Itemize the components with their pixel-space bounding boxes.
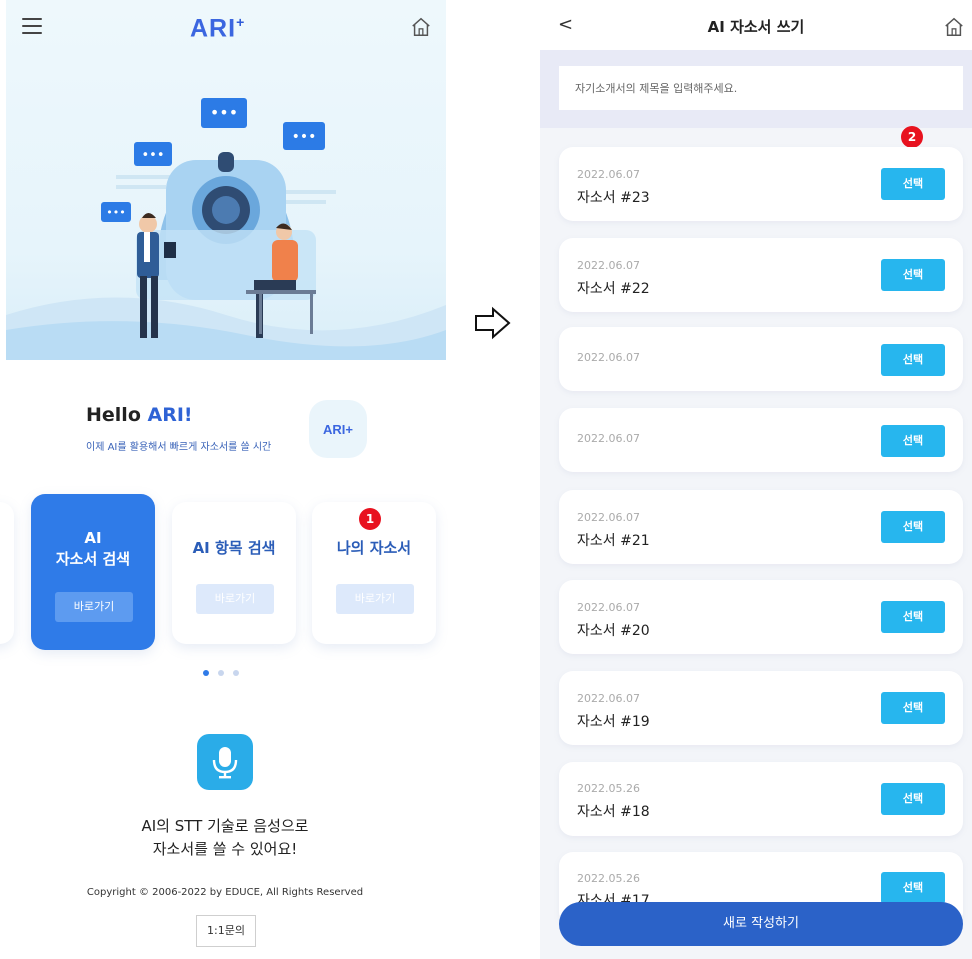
resume-list-item[interactable]: 2022.06.07 자소서 #20 선택 — [559, 580, 963, 654]
shortcut-button[interactable]: 바로가기 — [55, 592, 133, 622]
home-icon[interactable] — [410, 16, 432, 38]
item-date: 2022.06.07 — [577, 168, 640, 181]
shortcut-button[interactable]: 바로가기 — [336, 584, 414, 614]
title-input-area — [540, 50, 972, 128]
select-button[interactable]: 선택 — [881, 259, 945, 291]
home-icon[interactable] — [943, 16, 965, 38]
copyright-text: Copyright © 2006-2022 by EDUCE, All Righ… — [86, 887, 364, 898]
flow-arrow-icon — [475, 306, 511, 340]
item-date: 2022.06.07 — [577, 432, 640, 445]
new-resume-button[interactable]: 새로 작성하기 — [559, 902, 963, 946]
svg-text:•••: ••• — [210, 103, 238, 122]
resume-list-item[interactable]: 2022.06.07 자소서 #23 선택 — [559, 147, 963, 221]
select-button[interactable]: 선택 — [881, 511, 945, 543]
select-button[interactable]: 선택 — [881, 168, 945, 200]
step-badge-2: 2 — [901, 126, 923, 148]
service-card-partial[interactable] — [0, 502, 14, 644]
resume-list-item[interactable]: 2022.05.26 자소서 #18 선택 — [559, 762, 963, 836]
item-name: 자소서 #22 — [577, 281, 650, 297]
carousel-dot[interactable] — [233, 670, 239, 676]
card-ai-item-search[interactable]: AI 항목 검색 바로가기 — [172, 502, 296, 644]
hamburger-menu-icon[interactable] — [22, 18, 42, 34]
resume-list-item[interactable]: 2022.06.07 자소서 #19 선택 — [559, 671, 963, 745]
top-bar: ARI+ — [0, 0, 450, 52]
page-title: AI 자소서 쓰기 — [707, 18, 805, 36]
ai-robot-illustration: ••• ••• ••• ••• — [6, 98, 446, 360]
card-title: AI 항목 검색 — [192, 539, 276, 557]
select-button[interactable]: 선택 — [881, 601, 945, 633]
card-title: AI 자소서 검색 — [55, 529, 131, 568]
resume-list-item[interactable]: 2022.06.07 선택 — [559, 408, 963, 472]
select-button[interactable]: 선택 — [881, 783, 945, 815]
select-button[interactable]: 선택 — [881, 344, 945, 376]
hello-subtext: 이제 AI를 활용해서 빠르게 자소서를 쓸 시간 — [86, 442, 272, 453]
item-date: 2022.06.07 — [577, 351, 640, 364]
item-name: 자소서 #18 — [577, 804, 650, 820]
shortcut-button[interactable]: 바로가기 — [196, 584, 274, 614]
stt-description: AI의 STT 기술로 음성으로 자소서를 쓸 수 있어요! — [141, 817, 309, 858]
item-name: 자소서 #19 — [577, 714, 650, 730]
item-date: 2022.06.07 — [577, 259, 640, 272]
select-button[interactable]: 선택 — [881, 692, 945, 724]
ai-resume-write-screen: < AI 자소서 쓰기 2 2022.06.07 자소서 #23 선택 2022… — [540, 0, 972, 959]
card-title: 나의 자소서 — [336, 539, 412, 557]
resume-list-item[interactable]: 2022.06.07 자소서 #21 선택 — [559, 490, 963, 564]
card-ai-resume-search[interactable]: AI 자소서 검색 바로가기 — [31, 494, 155, 650]
item-date: 2022.06.07 — [577, 511, 640, 524]
one-on-one-inquiry-button[interactable]: 1:1문의 — [196, 915, 256, 947]
microphone-icon — [212, 747, 238, 779]
step-badge-1: 1 — [359, 508, 381, 530]
ari-bubble-logo: ARI+ — [309, 400, 367, 458]
item-date: 2022.06.07 — [577, 601, 640, 614]
carousel-dot[interactable] — [218, 670, 224, 676]
item-name: 자소서 #21 — [577, 533, 650, 549]
item-date: 2022.05.26 — [577, 872, 640, 885]
home-screen: ARI+ ••• ••• ••• ••• Hello ARI! 이제 AI를 활… — [0, 0, 450, 959]
carousel-dot[interactable] — [203, 670, 209, 676]
item-name: 자소서 #20 — [577, 623, 650, 639]
svg-text:•••: ••• — [106, 206, 125, 219]
resume-list-item[interactable]: 2022.06.07 선택 — [559, 327, 963, 391]
resume-list-item[interactable]: 2022.06.07 자소서 #22 선택 — [559, 238, 963, 312]
select-button[interactable]: 선택 — [881, 425, 945, 457]
svg-text:•••: ••• — [292, 129, 317, 145]
item-name: 자소서 #23 — [577, 190, 650, 206]
hello-heading: Hello ARI! — [86, 404, 193, 426]
item-date: 2022.06.07 — [577, 692, 640, 705]
top-bar: < AI 자소서 쓰기 — [540, 0, 972, 50]
carousel-dots — [203, 670, 239, 676]
item-date: 2022.05.26 — [577, 782, 640, 795]
resume-title-input[interactable] — [559, 66, 963, 110]
ari-logo: ARI+ — [190, 14, 246, 43]
svg-text:•••: ••• — [141, 148, 164, 163]
select-button[interactable]: 선택 — [881, 872, 945, 904]
microphone-button[interactable] — [197, 734, 253, 790]
